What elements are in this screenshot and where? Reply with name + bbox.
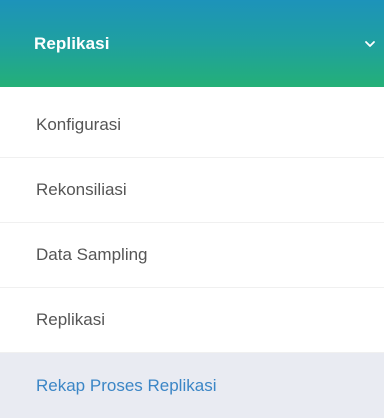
menu-header-replikasi[interactable]: Replikasi bbox=[0, 0, 384, 87]
submenu-item-label: Konfigurasi bbox=[36, 115, 122, 134]
submenu-item-konfigurasi[interactable]: Konfigurasi bbox=[0, 93, 384, 158]
sidebar-menu: Replikasi Konfigurasi Rekonsiliasi Data … bbox=[0, 0, 384, 418]
submenu-item-label: Rekonsiliasi bbox=[36, 180, 127, 199]
submenu-item-label: Replikasi bbox=[36, 310, 105, 329]
menu-header-label: Replikasi bbox=[34, 33, 110, 53]
submenu-item-label: Data Sampling bbox=[36, 245, 148, 264]
submenu-item-data-sampling[interactable]: Data Sampling bbox=[0, 223, 384, 288]
chevron-down-icon[interactable] bbox=[364, 37, 376, 49]
submenu-item-replikasi[interactable]: Replikasi bbox=[0, 288, 384, 353]
submenu-list: Konfigurasi Rekonsiliasi Data Sampling R… bbox=[0, 93, 384, 418]
submenu-item-label: Rekap Proses Replikasi bbox=[36, 375, 217, 395]
submenu-item-rekap-proses-replikasi[interactable]: Rekap Proses Replikasi bbox=[0, 353, 384, 418]
submenu-item-rekonsiliasi[interactable]: Rekonsiliasi bbox=[0, 158, 384, 223]
